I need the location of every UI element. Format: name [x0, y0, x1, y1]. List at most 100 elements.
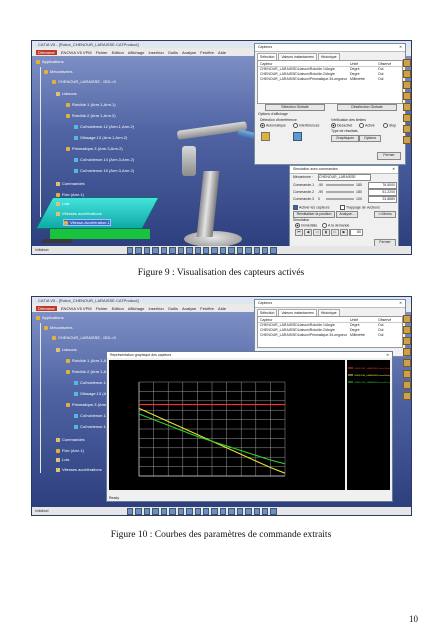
tree-node-vitesse-item[interactable]: Vitesse-Accélération.1	[63, 219, 111, 226]
tree-node-applications[interactable]: Applications	[36, 59, 64, 64]
tool-icon[interactable]	[253, 508, 260, 515]
tool-icon[interactable]	[211, 508, 218, 515]
tree-node-commandes[interactable]: Commandes	[56, 437, 85, 442]
tool-icon[interactable]	[403, 359, 411, 367]
interference-option[interactable]: Interférences	[293, 123, 319, 128]
tool-icon[interactable]	[403, 392, 411, 400]
command-slider[interactable]	[326, 191, 354, 193]
close-icon[interactable]: ✕	[392, 166, 395, 173]
tool-icon[interactable]	[186, 247, 193, 254]
tool-icon[interactable]	[143, 508, 151, 515]
tool-icon[interactable]	[245, 247, 252, 254]
tree-node-glissiere[interactable]: Glissage.13 (Arm.1,Arm.2)	[74, 135, 127, 140]
tool-icon[interactable]	[403, 92, 411, 100]
analysis-button[interactable]: Analyse...	[336, 211, 358, 218]
tool-icon[interactable]	[403, 370, 411, 378]
menu-help[interactable]: Aide	[218, 306, 226, 311]
tool-icon[interactable]	[194, 508, 201, 515]
menu-window[interactable]: Fenêtre	[200, 50, 214, 55]
clash-icon[interactable]	[293, 132, 302, 141]
select-all-button[interactable]: Sélection Globale	[265, 104, 325, 111]
tool-icon[interactable]	[403, 381, 411, 389]
less-button[interactable]: <<Moins	[374, 211, 396, 218]
tree-node-vitesses[interactable]: Vitesses accélérations	[56, 211, 102, 216]
graphics-button[interactable]: Graphiques	[331, 135, 359, 142]
tree-node-rotoide1[interactable]: Rotoïde.1 (Arm.1,Arm.1)	[66, 102, 116, 107]
tool-icon[interactable]	[403, 337, 411, 345]
command-value-input[interactable]: 23,8889	[368, 196, 397, 203]
tree-node-applications[interactable]: Applications	[36, 315, 64, 320]
tool-icon[interactable]	[169, 247, 176, 254]
menu-insert[interactable]: Insertion	[148, 306, 163, 311]
tool-icon[interactable]	[403, 348, 411, 356]
tool-icon[interactable]	[403, 315, 411, 323]
tool-icon[interactable]	[262, 508, 269, 515]
tool-icon[interactable]	[177, 247, 185, 254]
tool-icon[interactable]	[177, 508, 185, 515]
tree-node-mechanism[interactable]: CHENOUR_LARAISSE , DDL=0	[52, 335, 116, 340]
tree-node-mecanismes[interactable]: Mécanismes	[44, 69, 72, 74]
tool-icon[interactable]	[403, 125, 411, 133]
tool-icon[interactable]	[253, 247, 260, 254]
tool-icon[interactable]	[403, 114, 411, 122]
rewind-icon[interactable]: ⏮	[295, 229, 303, 236]
menu-enovia[interactable]: ENOVIA V5 VPM	[61, 50, 92, 55]
step-back-icon[interactable]: ◀	[304, 229, 312, 236]
tree-node-liaisons[interactable]: Liaisons	[56, 347, 77, 352]
menu-analysis[interactable]: Analyse	[182, 306, 196, 311]
tool-icon[interactable]	[236, 247, 244, 254]
tool-icon[interactable]	[202, 247, 210, 254]
tool-icon[interactable]	[228, 508, 235, 515]
menu-file[interactable]: Fichier	[96, 50, 108, 55]
tool-icon[interactable]	[194, 247, 201, 254]
play-icon[interactable]: ▷	[331, 229, 339, 236]
tool-icon[interactable]	[403, 103, 411, 111]
menu-start[interactable]: Démarrer	[36, 306, 57, 311]
menu-analysis[interactable]: Analyse	[182, 50, 196, 55]
tool-icon[interactable]	[127, 247, 134, 254]
options-button[interactable]: Options	[359, 135, 381, 142]
close-icon[interactable]: ✕	[386, 352, 389, 358]
menu-start[interactable]: Démarrer	[36, 50, 57, 55]
play-back-icon[interactable]: ◁	[313, 229, 321, 236]
tool-icon[interactable]	[403, 59, 411, 67]
menu-insert[interactable]: Insertion	[148, 50, 163, 55]
menu-enovia[interactable]: ENOVIA V5 VPM	[61, 306, 92, 311]
tool-icon[interactable]	[211, 247, 218, 254]
menu-window[interactable]: Fenêtre	[200, 306, 214, 311]
tool-icon[interactable]	[219, 508, 227, 515]
tool-icon[interactable]	[160, 508, 168, 515]
deselect-all-button[interactable]: Désélection Globale	[337, 104, 397, 111]
immediate-option[interactable]: Immédiate	[295, 223, 317, 228]
tool-icon[interactable]	[236, 508, 244, 515]
command-value-input[interactable]: 76,5000	[368, 182, 397, 189]
on-demand-option[interactable]: A la demande	[322, 223, 349, 228]
tree-node-mecanismes[interactable]: Mécanismes	[44, 325, 72, 330]
step-forward-icon[interactable]: ▶	[340, 229, 348, 236]
tool-icon[interactable]	[403, 81, 411, 89]
tool-icon[interactable]	[403, 136, 411, 144]
tool-icon[interactable]	[186, 508, 193, 515]
tool-icon[interactable]	[228, 247, 235, 254]
auto-option[interactable]: Automatique	[260, 123, 286, 128]
tool-icon[interactable]	[152, 508, 159, 515]
command-value-input[interactable]: 51,2200	[368, 189, 397, 196]
menu-edit[interactable]: Edition	[112, 306, 124, 311]
tool-icon[interactable]	[270, 247, 277, 254]
tool-icon[interactable]	[202, 508, 210, 515]
tool-icon[interactable]	[270, 508, 277, 515]
menu-view[interactable]: Affichage	[128, 50, 145, 55]
close-capteurs-button[interactable]: Fermer	[377, 152, 401, 160]
menu-edit[interactable]: Edition	[112, 50, 124, 55]
menu-tools[interactable]: Outils	[168, 50, 178, 55]
tool-icon[interactable]	[143, 247, 151, 254]
tool-icon[interactable]	[135, 247, 142, 254]
tree-node-coincidence12[interactable]: Coïncidence.12 (Arm.1,Arm.2)	[74, 124, 134, 129]
menu-tools[interactable]: Outils	[168, 306, 178, 311]
tree-node-liaisons[interactable]: Liaisons	[56, 91, 77, 96]
tool-icon[interactable]	[135, 508, 142, 515]
tree-node-fixe[interactable]: Fixe (Arm.1)	[56, 448, 84, 453]
interference-toggle-icon[interactable]	[261, 132, 270, 141]
tool-icon[interactable]	[169, 508, 176, 515]
tree-node-coincidence14[interactable]: Coïncidence.14 (Arm.3,Arm.2)	[74, 157, 134, 162]
